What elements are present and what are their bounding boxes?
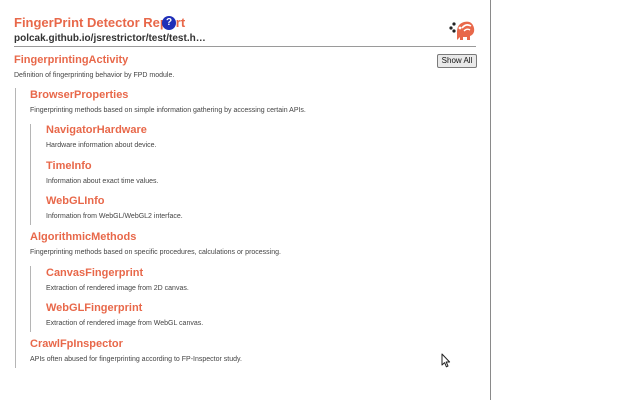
group-title[interactable]: CanvasFingerprint (46, 267, 143, 279)
mouse-cursor-icon (441, 353, 451, 368)
group-title[interactable]: TimeInfo (46, 160, 92, 172)
jshelter-logo-icon (449, 21, 475, 40)
group-description: Definition of fingerprinting behavior by… (14, 72, 175, 79)
show-all-button[interactable]: Show All (437, 54, 477, 68)
group-description: Fingerprinting methods based on specific… (30, 249, 281, 256)
group-title[interactable]: NavigatorHardware (46, 124, 147, 136)
report-title: FingerPrint Detector Report (14, 15, 186, 30)
nest-line-browser-properties (30, 124, 31, 225)
group-title[interactable]: WebGLFingerprint (46, 302, 142, 314)
group-description: Hardware information about device. (46, 142, 157, 149)
header-divider (14, 46, 476, 47)
group-title[interactable]: BrowserProperties (30, 89, 128, 101)
page-url: polcak.github.io/jsrestrictor/test/test.… (14, 33, 206, 44)
group-description: Extraction of rendered image from 2D can… (46, 285, 189, 292)
group-description: APIs often abused for fingerprinting acc… (30, 356, 242, 363)
group-description: Information from WebGL/WebGL2 interface. (46, 213, 183, 220)
group-title[interactable]: CrawlFpInspector (30, 338, 123, 350)
nest-line-fingerprinting-activity (15, 88, 16, 368)
group-description: Fingerprinting methods based on simple i… (30, 107, 306, 114)
group-title[interactable]: FingerprintingActivity (14, 54, 128, 66)
group-description: Information about exact time values. (46, 178, 159, 185)
help-icon[interactable]: ? (162, 16, 176, 30)
group-title[interactable]: WebGLInfo (46, 195, 104, 207)
group-title[interactable]: AlgorithmicMethods (30, 231, 136, 243)
fpd-report-popup: FingerPrint Detector Report ? polcak.git… (0, 0, 491, 400)
nest-line-algorithmic-methods (30, 266, 31, 332)
group-description: Extraction of rendered image from WebGL … (46, 320, 204, 327)
